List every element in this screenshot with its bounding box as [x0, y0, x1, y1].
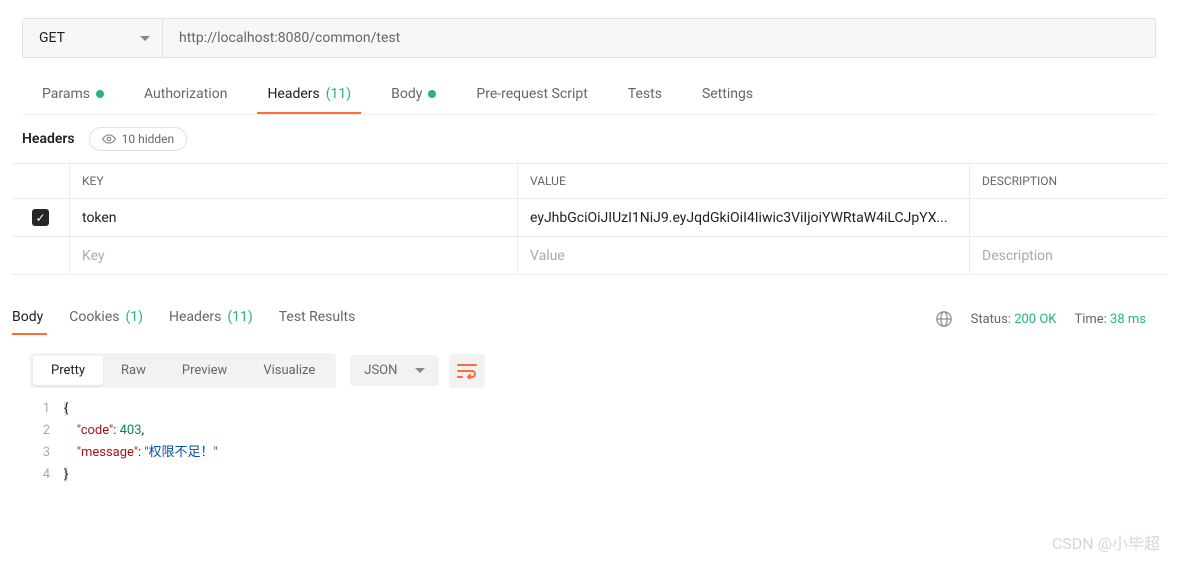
watermark: CSDN @小毕超	[1052, 530, 1160, 554]
tab-tests[interactable]: Tests	[608, 78, 682, 114]
status-dot-icon	[428, 90, 436, 98]
tab-body[interactable]: Body	[371, 78, 456, 114]
header-key-input[interactable]: token	[70, 199, 518, 236]
response-status: Status: 200 OK Time: 38 ms	[935, 310, 1166, 328]
wrap-icon	[457, 363, 477, 379]
row-checkbox-empty	[12, 237, 70, 274]
headers-subheader: Headers 10 hidden	[22, 127, 1156, 151]
method-select[interactable]: GET	[23, 19, 163, 57]
header-desc-input[interactable]	[970, 199, 1166, 236]
tab-params[interactable]: Params	[22, 78, 124, 114]
header-value-placeholder[interactable]: Value	[518, 237, 970, 274]
rtab-headers[interactable]: Headers(11)	[169, 303, 269, 335]
header-key-placeholder[interactable]: Key	[70, 237, 518, 274]
mode-visualize[interactable]: Visualize	[245, 356, 333, 385]
eye-icon	[102, 134, 116, 144]
mode-pretty[interactable]: Pretty	[33, 356, 103, 385]
status-code: 200 OK	[1014, 312, 1056, 327]
header-desc-placeholder[interactable]: Description	[970, 237, 1166, 274]
rtab-cookies[interactable]: Cookies(1)	[69, 303, 159, 335]
headers-label: Headers	[22, 131, 75, 147]
view-modes: Pretty Raw Preview Visualize JSON	[30, 353, 1148, 388]
format-select[interactable]: JSON	[350, 355, 439, 386]
globe-icon[interactable]	[935, 310, 953, 328]
col-key: KEY	[70, 164, 518, 198]
wrap-button[interactable]	[449, 354, 485, 388]
mode-preview[interactable]: Preview	[164, 356, 245, 385]
tab-prerequest[interactable]: Pre-request Script	[456, 78, 607, 114]
request-tabs: Params Authorization Headers(11) Body Pr…	[22, 78, 1156, 115]
method-label: GET	[39, 30, 132, 46]
col-value: VALUE	[518, 164, 970, 198]
chevron-down-icon	[140, 36, 150, 41]
chevron-down-icon	[415, 368, 425, 373]
headers-table: KEY VALUE DESCRIPTION ✓ token eyJhbGciOi…	[12, 163, 1166, 275]
status-dot-icon	[96, 90, 104, 98]
tab-headers[interactable]: Headers(11)	[247, 78, 371, 114]
response-time: 38 ms	[1110, 312, 1146, 327]
response-tabs: Body Cookies(1) Headers(11) Test Results…	[12, 303, 1166, 335]
mode-raw[interactable]: Raw	[103, 356, 164, 385]
rtab-body[interactable]: Body	[12, 303, 59, 335]
request-bar: GET	[22, 18, 1156, 58]
header-value-input[interactable]: eyJhbGciOiJIUzI1NiJ9.eyJqdGkiOiI4Iiwic3V…	[518, 199, 970, 236]
table-row-empty: Key Value Description	[12, 237, 1166, 275]
col-checkbox	[12, 164, 70, 198]
mode-group: Pretty Raw Preview Visualize	[30, 353, 336, 388]
table-row: ✓ token eyJhbGciOiJIUzI1NiJ9.eyJqdGkiOiI…	[12, 199, 1166, 237]
table-header-row: KEY VALUE DESCRIPTION	[12, 163, 1166, 199]
tab-settings[interactable]: Settings	[682, 78, 773, 114]
rtab-test-results[interactable]: Test Results	[279, 303, 372, 335]
response-body[interactable]: 1{ 2 "code": 403, 3 "message": "权限不足！" 4…	[30, 398, 1148, 486]
url-input[interactable]	[163, 19, 1155, 57]
col-description: DESCRIPTION	[970, 164, 1166, 198]
row-checkbox[interactable]: ✓	[12, 199, 70, 236]
tab-authorization[interactable]: Authorization	[124, 78, 247, 114]
hidden-headers-button[interactable]: 10 hidden	[89, 127, 188, 151]
check-icon: ✓	[35, 211, 45, 225]
